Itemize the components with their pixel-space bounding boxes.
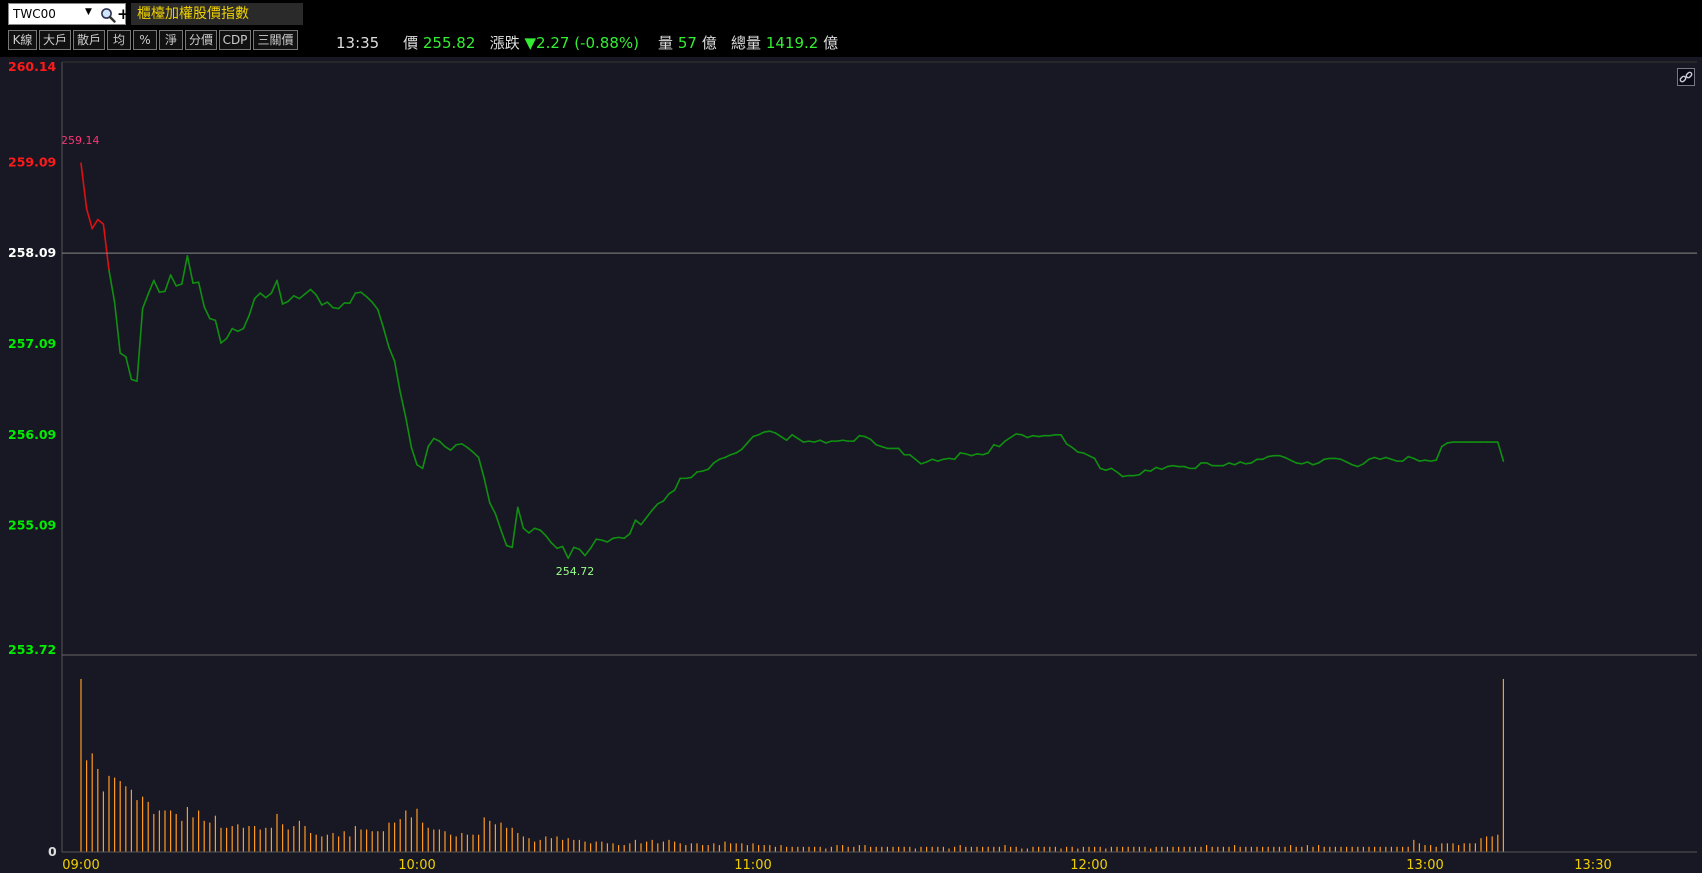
chevron-down-icon[interactable]: ▼ — [85, 7, 92, 17]
y-tick-label: 260.14 — [8, 59, 57, 74]
link-icon[interactable] — [1677, 68, 1695, 86]
price-line-segment — [684, 476, 693, 480]
search-icon[interactable] — [100, 7, 116, 23]
price-line-segment — [808, 440, 816, 443]
price-line-segment — [836, 439, 844, 442]
price-line-segment — [1172, 464, 1180, 468]
price-label: 價 — [403, 34, 419, 52]
total-volume-unit: 億 — [823, 34, 839, 52]
price-line-segment — [1418, 459, 1426, 462]
price-line-segment — [1037, 434, 1045, 438]
low-label: 254.72 — [556, 565, 595, 578]
price-line-segment — [455, 443, 463, 446]
price-line-segment — [1295, 462, 1303, 465]
x-tick-label: 12:00 — [1070, 858, 1107, 873]
total-volume-value: 1419.2 — [765, 34, 819, 52]
price-line-segment — [595, 538, 603, 541]
x-tick-label: 13:30 — [1574, 858, 1611, 873]
price-line-segment — [948, 457, 956, 461]
add-icon[interactable]: + — [117, 4, 130, 24]
price-line-segment — [612, 536, 620, 540]
x-tick-label: 09:00 — [62, 858, 99, 873]
price-line-segment — [354, 291, 362, 294]
price-line-segment — [763, 430, 771, 433]
x-tick-label: 10:00 — [398, 858, 435, 873]
price-line-segment — [1424, 459, 1432, 462]
price-line-segment — [1144, 469, 1152, 472]
big-holder-button[interactable]: 大戶 — [39, 30, 71, 50]
y-tick-label: 256.09 — [8, 427, 56, 442]
y-tick-label: 258.09 — [8, 245, 56, 260]
price-line-segment — [1121, 474, 1129, 478]
price-line-segment — [1032, 434, 1040, 438]
high-label: 259.14 — [61, 134, 100, 147]
down-arrow-icon: ▼ — [524, 34, 537, 52]
price-line-segment — [1245, 462, 1253, 465]
price-line-segment — [858, 434, 866, 438]
kline-button[interactable]: K線 — [8, 30, 37, 50]
change-value: 2.27 (-0.88%) — [536, 34, 639, 52]
price-line-segment — [1446, 441, 1454, 444]
price-line-segment — [942, 457, 950, 461]
total-volume-label: 總量 — [731, 34, 762, 52]
top-bar: ▼ + 櫃檯加權股價指數 — [0, 0, 1702, 26]
price-distribution-button[interactable]: 分價 — [185, 30, 217, 50]
cdp-button[interactable]: CDP — [219, 30, 251, 50]
index-name: 櫃檯加權股價指數 — [131, 3, 303, 25]
symbol-input[interactable] — [11, 4, 85, 24]
volume-unit: 億 — [701, 34, 717, 52]
y-tick-label: 257.09 — [8, 336, 56, 351]
x-tick-label: 11:00 — [734, 858, 771, 873]
price-line-segment — [802, 440, 810, 443]
y-tick-label: 255.09 — [8, 518, 56, 533]
net-button[interactable]: 淨 — [159, 30, 183, 50]
price-line-segment — [1334, 457, 1342, 461]
price-line-segment — [1429, 459, 1437, 462]
average-button[interactable]: 均 — [107, 30, 131, 50]
price-line-segment — [1166, 464, 1174, 468]
symbol-search-box[interactable]: ▼ + — [8, 3, 130, 25]
price-line-segment — [617, 536, 626, 540]
price-line-segment — [1049, 433, 1057, 437]
percent-button[interactable]: % — [133, 30, 157, 50]
volume-value: 57 — [677, 34, 697, 52]
retail-button[interactable]: 散戶 — [73, 30, 105, 50]
volume-zero-label: 0 — [48, 844, 57, 859]
price-line-segment — [1133, 473, 1141, 477]
volume-label: 量 — [658, 34, 674, 52]
toolbar: K線 大戶 散戶 均 % 淨 分價 CDP 三關價 13:35 價 255.82… — [0, 26, 1702, 57]
price-line-segment — [696, 470, 704, 473]
chart-background — [0, 57, 1702, 873]
price-line-segment — [1015, 433, 1023, 436]
quote-bar: 13:35 價 255.82 漲跌 ▼2.27 (-0.88%) 量 57 億 … — [336, 32, 838, 53]
quote-time: 13:35 — [336, 34, 380, 52]
price-line-segment — [959, 452, 967, 455]
price-line-segment — [1077, 451, 1085, 454]
three-levels-button[interactable]: 三關價 — [253, 30, 298, 50]
price-line-segment — [192, 281, 200, 284]
price-line-segment — [841, 439, 850, 442]
x-tick-label: 13:00 — [1406, 858, 1443, 873]
change-label: 漲跌 — [489, 34, 520, 52]
y-tick-label: 259.09 — [8, 154, 56, 169]
price-line-segment — [158, 290, 166, 294]
price-line-segment — [332, 306, 340, 310]
price-value: 255.82 — [422, 34, 476, 52]
price-line-segment — [976, 453, 984, 456]
price-line-segment — [1323, 457, 1331, 461]
intraday-chart[interactable]: 259.14 254.72 260.14 259.09 258.09 257.09 256… — [0, 57, 1702, 873]
y-tick-label: 253.72 — [8, 642, 56, 657]
price-line-segment — [1267, 454, 1275, 458]
